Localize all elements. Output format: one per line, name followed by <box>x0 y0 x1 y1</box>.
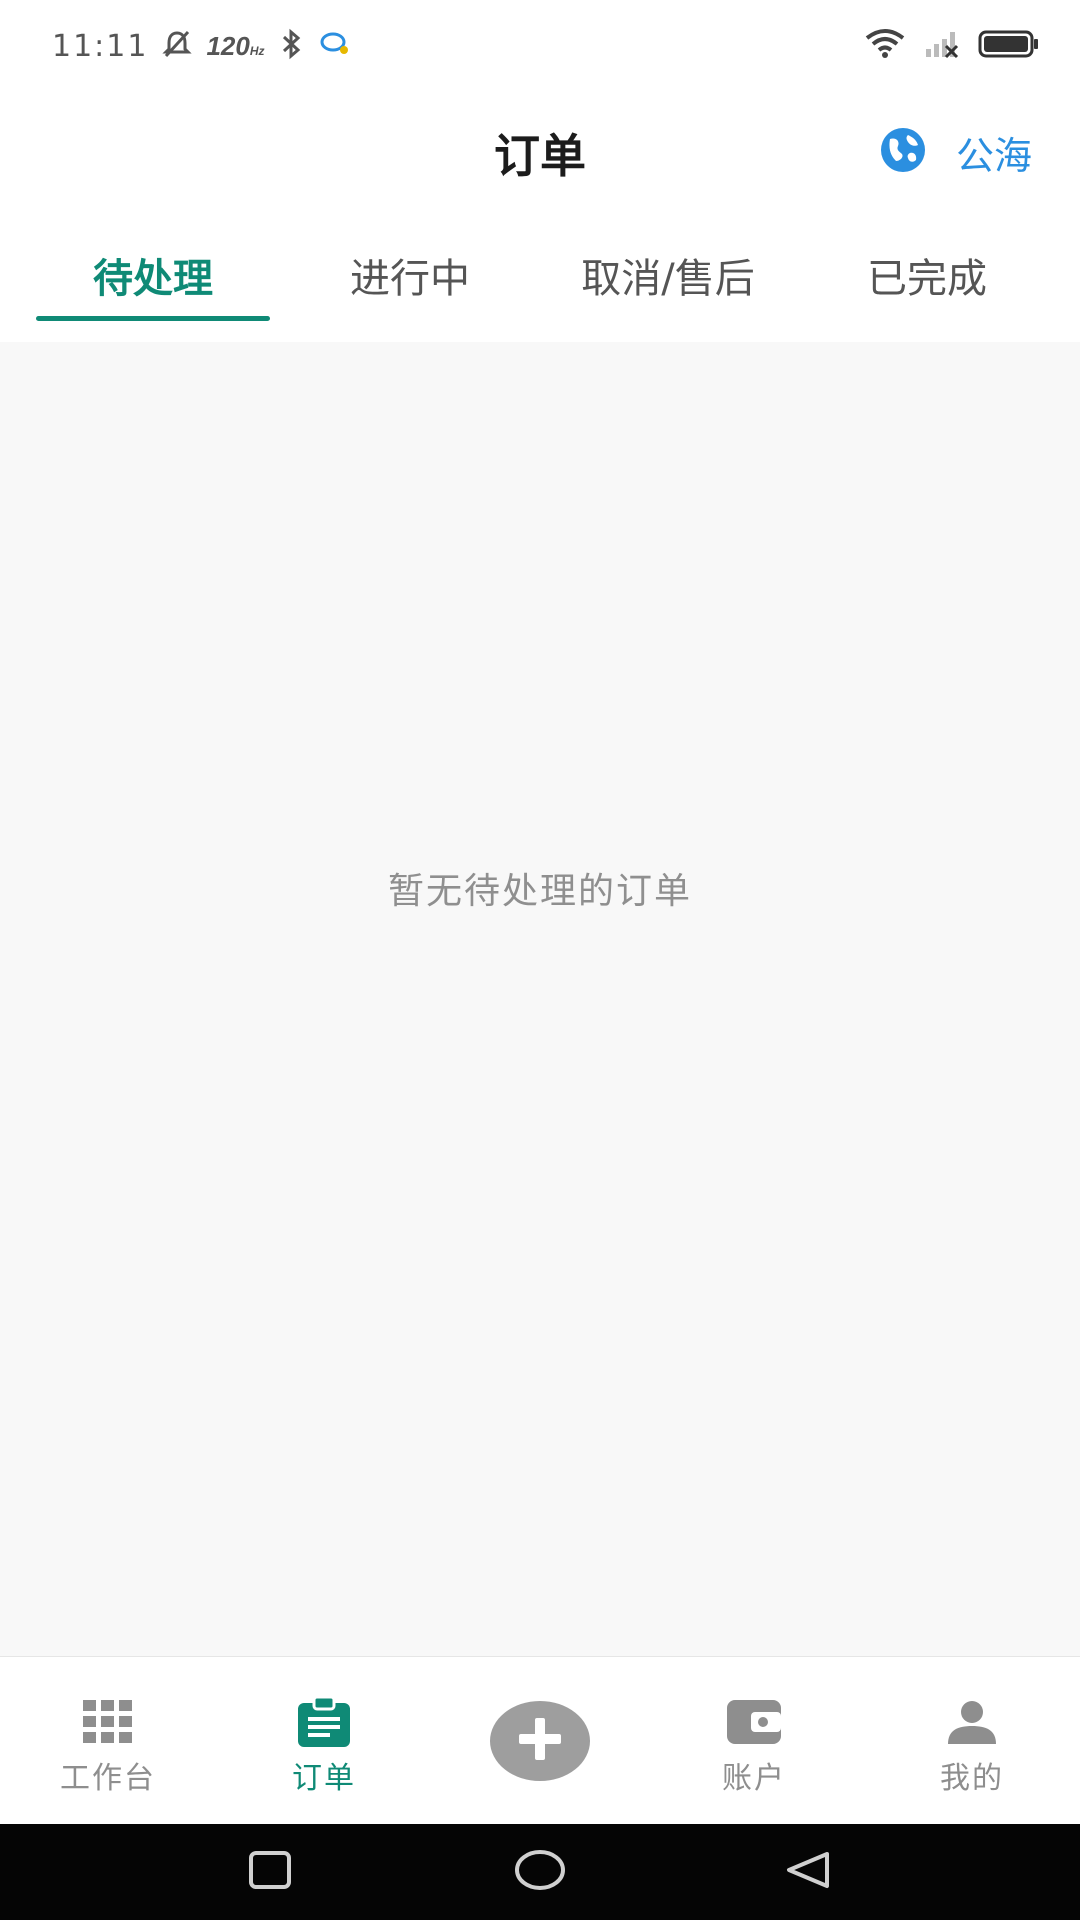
tab-cancel-after-sales[interactable]: 取消/售后 <box>548 246 788 306</box>
nav-label-profile: 我的 <box>940 1761 1004 1796</box>
plus-icon <box>515 1714 565 1768</box>
cellular-signal-icon <box>924 29 960 63</box>
back-button[interactable] <box>778 1848 838 1896</box>
mute-icon <box>162 29 193 63</box>
chat-notification-icon <box>319 30 351 62</box>
back-triangle-icon <box>783 1848 833 1896</box>
nav-item-workbench[interactable]: 工作台 <box>8 1657 208 1825</box>
public-sea-button[interactable]: 公海 <box>880 124 1032 180</box>
system-navigation-bar <box>0 1824 1080 1920</box>
refresh-rate-value: 120 <box>206 30 250 61</box>
home-button[interactable] <box>510 1848 570 1896</box>
nav-item-orders[interactable]: 订单 <box>224 1657 424 1825</box>
header: 订单 公海 <box>0 90 1080 210</box>
public-sea-label: 公海 <box>955 133 1032 178</box>
battery-icon <box>978 29 1040 63</box>
wallet-icon <box>725 1697 783 1747</box>
status-bar: 11:11 120Hz <box>0 0 1080 90</box>
tab-completed[interactable]: 已完成 <box>807 246 1047 306</box>
bluetooth-icon <box>279 28 305 64</box>
bottom-navigation: 工作台 订单 账户 我的 <box>0 1656 1080 1824</box>
empty-state-message: 暂无待处理的订单 <box>387 871 692 912</box>
active-tab-indicator <box>36 316 270 321</box>
person-icon <box>946 1697 998 1747</box>
globe-icon <box>880 127 926 177</box>
circle-icon <box>513 1848 567 1896</box>
clipboard-icon <box>296 1697 352 1747</box>
nav-label-workbench: 工作台 <box>60 1761 156 1796</box>
nav-item-profile[interactable]: 我的 <box>872 1657 1072 1825</box>
tab-in-progress[interactable]: 进行中 <box>290 246 530 306</box>
nav-label-orders: 订单 <box>292 1761 356 1796</box>
square-icon <box>248 1850 292 1894</box>
refresh-rate: 120Hz <box>206 31 264 62</box>
tab-pending[interactable]: 待处理 <box>33 246 273 306</box>
refresh-rate-unit: Hz <box>249 43 265 58</box>
nav-label-account: 账户 <box>722 1761 786 1796</box>
nav-item-account[interactable]: 账户 <box>654 1657 854 1825</box>
status-time: 11:11 <box>52 28 149 64</box>
status-left: 11:11 120Hz <box>52 24 351 68</box>
status-right <box>864 26 1040 66</box>
order-status-tabs: 待处理 进行中 取消/售后 已完成 <box>0 210 1080 342</box>
order-list-area[interactable]: 暂无待处理的订单 <box>0 342 1080 1656</box>
grid-icon <box>83 1697 133 1747</box>
add-button[interactable] <box>490 1701 590 1781</box>
wifi-icon <box>864 28 906 64</box>
recent-apps-button[interactable] <box>240 1848 300 1896</box>
